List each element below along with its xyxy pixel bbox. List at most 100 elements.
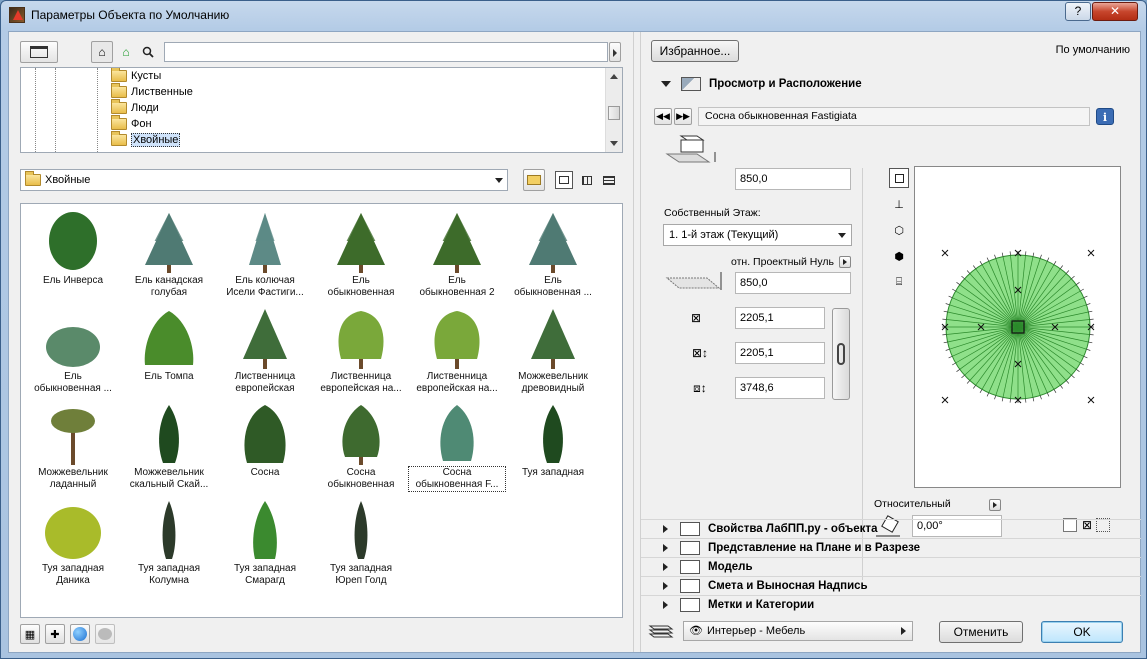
help-button[interactable]: ? xyxy=(1065,2,1091,21)
gallery-item[interactable]: Ель обыкновенная ... xyxy=(505,208,601,300)
plan-view-button[interactable] xyxy=(889,168,909,188)
gallery-item[interactable]: Ель колючая Исели Фастиги... xyxy=(217,208,313,300)
section-view-position[interactable]: Просмотр и Расположение xyxy=(641,74,1141,93)
reference-menu-button[interactable] xyxy=(839,256,851,268)
tree-item[interactable]: Люди xyxy=(111,99,159,116)
gallery-item[interactable]: Ель обыкновенная xyxy=(313,208,409,300)
large-icons-icon xyxy=(559,176,569,184)
gallery-item[interactable]: Ель Томпа xyxy=(121,304,217,396)
add-library-button[interactable]: ✚ xyxy=(45,624,65,644)
library-green-icon[interactable]: ⌂ xyxy=(117,41,135,63)
relative-zero-label: отн. Проектный Нуль xyxy=(731,256,834,268)
library-manager-button[interactable]: ▦ xyxy=(20,624,40,644)
folder-icon xyxy=(25,171,41,186)
section-header[interactable]: Представление на Плане и в Разрезе xyxy=(641,538,1141,557)
tree-guide xyxy=(55,68,56,152)
axon-shaded-view-button[interactable]: ⬢ xyxy=(889,246,909,266)
gallery-item[interactable]: Ель канадская голубая xyxy=(121,208,217,300)
folder-up-button[interactable] xyxy=(523,169,545,191)
gallery-item[interactable]: Сосна обыкновенная xyxy=(313,400,409,492)
height-input[interactable] xyxy=(735,168,851,190)
chain-icon xyxy=(837,343,845,365)
tree-item[interactable]: Фон xyxy=(111,115,152,132)
relative-menu-button[interactable] xyxy=(989,499,1001,511)
eye-icon: 👁 xyxy=(689,625,703,637)
proportion-lock-button[interactable] xyxy=(832,308,850,400)
side-view-button[interactable]: ⊥ xyxy=(889,194,909,214)
search-go-button[interactable] xyxy=(609,42,621,62)
gallery-item[interactable]: Ель обыкновенная 2 xyxy=(409,208,505,300)
ok-button[interactable]: OK xyxy=(1041,621,1123,643)
gallery-item[interactable]: Можжевельник ладанный xyxy=(25,400,121,492)
section-icon xyxy=(680,541,700,555)
elevation-input[interactable] xyxy=(735,272,851,294)
expand-icon xyxy=(663,563,668,571)
gallery-item[interactable]: Туя западная Юреп Голд xyxy=(313,496,409,588)
folder-icon xyxy=(111,68,127,82)
scroll-down-icon[interactable] xyxy=(610,141,618,146)
gallery-item[interactable]: Ель обыкновенная ... xyxy=(25,304,121,396)
large-icons-view-button[interactable] xyxy=(555,171,573,189)
help-tooltip-button[interactable] xyxy=(95,624,115,644)
tree-guide xyxy=(97,68,98,152)
preview-mode-buttons: ⊥ ⬡ ⬢ ⌸ xyxy=(889,168,909,292)
tree-item-selected[interactable]: Хвойные xyxy=(111,131,181,148)
layers-icon xyxy=(647,622,675,642)
folder-path-dropdown[interactable]: Хвойные xyxy=(20,169,508,191)
pane-splitter[interactable] xyxy=(633,32,641,652)
section-header[interactable]: Смета и Выносная Надпись xyxy=(641,576,1141,595)
favorites-button[interactable]: Избранное... xyxy=(651,40,739,62)
gallery-item[interactable]: Лиственница европейская на... xyxy=(409,304,505,396)
tree-item[interactable]: Лиственные xyxy=(111,83,193,100)
section-header[interactable]: Свойства ЛабПП.ру - объекта xyxy=(641,519,1141,538)
gallery-item[interactable]: Лиственница европейская на... xyxy=(313,304,409,396)
scroll-thumb[interactable] xyxy=(608,106,620,120)
info-icon[interactable]: i xyxy=(1096,108,1114,125)
previous-object-button[interactable]: ◀◀ xyxy=(654,108,672,125)
view-mode-button[interactable] xyxy=(20,41,58,63)
gallery-item[interactable]: Туя западная Колумна xyxy=(121,496,217,588)
object-preview xyxy=(914,166,1121,488)
cancel-button[interactable]: Отменить xyxy=(939,621,1023,643)
window-title: Параметры Объекта по Умолчанию xyxy=(31,8,230,22)
library-manager-icon: ▦ xyxy=(24,628,36,641)
gallery-item[interactable]: Туя западная xyxy=(505,400,601,492)
gallery-item[interactable]: Туя западная Даника xyxy=(25,496,121,588)
gallery-item[interactable]: Сосна xyxy=(217,400,313,492)
gallery-item[interactable]: Туя западная Смарагд xyxy=(217,496,313,588)
section-header[interactable]: Метки и Категории xyxy=(641,595,1141,614)
section-title: Метки и Категории xyxy=(708,599,815,611)
list-view-button[interactable] xyxy=(600,171,618,189)
gallery-item-label-line2: европейская на... xyxy=(320,383,402,394)
search-icon[interactable] xyxy=(139,41,157,63)
depth-input[interactable] xyxy=(735,342,825,364)
gallery-item[interactable]: Ель Инверса xyxy=(25,208,121,300)
gallery-item-label-line1: Сосна xyxy=(346,467,376,478)
close-button[interactable]: ✕ xyxy=(1092,2,1138,21)
tree-scrollbar[interactable] xyxy=(605,68,622,152)
gallery-item-label-line2: обыкновенная ... xyxy=(514,287,592,298)
gallery-item[interactable]: Лиственница европейская xyxy=(217,304,313,396)
gallery-item[interactable]: Можжевельник древовидный xyxy=(505,304,601,396)
object-height-input[interactable] xyxy=(735,377,825,399)
section-view-button[interactable]: ⌸ xyxy=(889,272,909,292)
title-bar[interactable]: Параметры Объекта по Умолчанию ? ✕ xyxy=(1,1,1146,29)
gallery-item[interactable]: Можжевельник скальный Скай... xyxy=(121,400,217,492)
story-select[interactable]: 1. 1-й этаж (Текущий) xyxy=(663,224,852,246)
library-button[interactable]: ⌂ xyxy=(91,41,113,63)
width-input[interactable] xyxy=(735,307,825,329)
web-objects-button[interactable] xyxy=(70,624,90,644)
layer-select[interactable]: 👁 Интерьер - Мебель xyxy=(683,621,913,641)
gallery-item-label-line1: Можжевельник xyxy=(134,467,204,478)
small-icons-view-button[interactable] xyxy=(578,171,596,189)
gallery-item-label-line1: Лиственница xyxy=(234,371,296,382)
axon-view-button[interactable]: ⬡ xyxy=(889,220,909,240)
scroll-up-icon[interactable] xyxy=(610,74,618,79)
gallery-item[interactable]: Сосна обыкновенная F... xyxy=(408,400,506,492)
next-object-button[interactable]: ▶▶ xyxy=(674,108,692,125)
section-icon xyxy=(680,598,700,612)
tree-item[interactable]: Кусты xyxy=(111,68,161,84)
section-header[interactable]: Модель xyxy=(641,557,1141,576)
search-input[interactable] xyxy=(164,42,608,62)
dialog-footer: 👁 Интерьер - Мебель Отменить OK xyxy=(641,616,1141,652)
